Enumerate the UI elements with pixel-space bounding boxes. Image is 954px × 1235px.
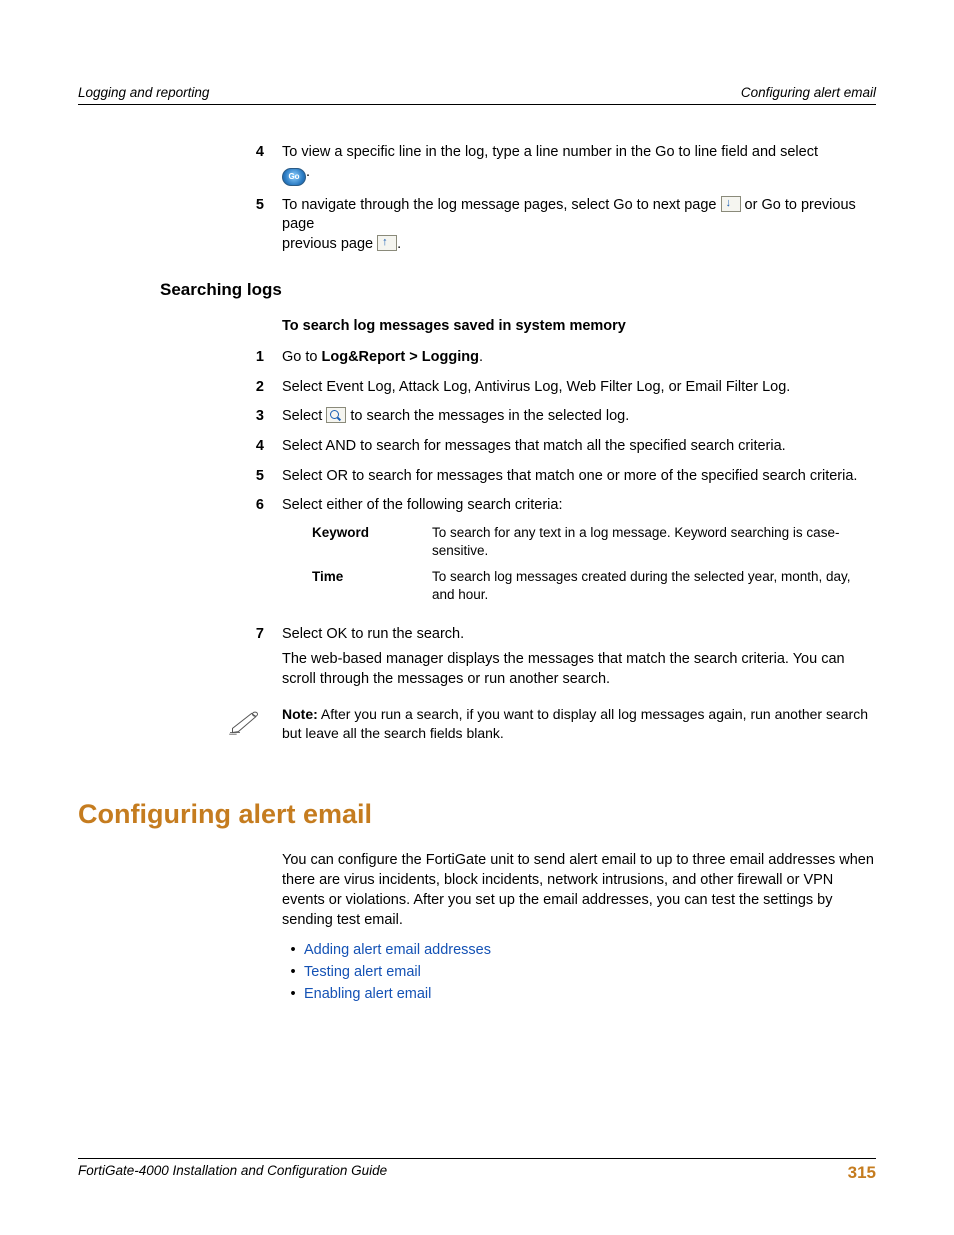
link-enabling-alert[interactable]: Enabling alert email xyxy=(304,986,431,1002)
header-left: Logging and reporting xyxy=(78,85,209,100)
step-number: 4 xyxy=(228,143,282,186)
step-text: Select either of the following search cr… xyxy=(282,496,876,516)
step-body: Go to Log&Report > Logging. xyxy=(282,348,876,368)
search-step-4: 4 Select AND to search for messages that… xyxy=(228,437,876,457)
bullet-dot: • xyxy=(282,942,304,958)
search-step-7: 7 Select OK to run the search. The web-b… xyxy=(228,625,876,690)
bullet-item: • Testing alert email xyxy=(282,964,876,980)
step-text: . xyxy=(479,349,483,365)
top-step-5: 5 To navigate through the log message pa… xyxy=(228,196,876,255)
searching-block: To search log messages saved in system m… xyxy=(228,318,876,743)
step-number: 7 xyxy=(228,625,282,690)
step-body: Select OK to run the search. The web-bas… xyxy=(282,625,876,690)
note-label: Note: xyxy=(282,706,318,722)
searching-logs-heading: Searching logs xyxy=(160,280,876,300)
step-body: To view a specific line in the log, type… xyxy=(282,143,876,186)
criteria-table: Keyword To search for any text in a log … xyxy=(312,524,876,605)
step-text: Go to xyxy=(282,349,322,365)
step-number: 6 xyxy=(228,496,282,614)
step-body: Select Event Log, Attack Log, Antivirus … xyxy=(282,378,876,398)
top-step-4: 4 To view a specific line in the log, ty… xyxy=(228,143,876,186)
page: Logging and reporting Configuring alert … xyxy=(0,0,954,1235)
search-step-2: 2 Select Event Log, Attack Log, Antiviru… xyxy=(228,378,876,398)
search-step-1: 1 Go to Log&Report > Logging. xyxy=(228,348,876,368)
page-number: 315 xyxy=(848,1163,876,1183)
step-line: Select OK to run the search. xyxy=(282,625,876,645)
search-step-3: 3 Select to search the messages in the s… xyxy=(228,407,876,427)
step-body: Select either of the following search cr… xyxy=(282,496,876,614)
criteria-value: To search log messages created during th… xyxy=(432,568,876,604)
step-number: 3 xyxy=(228,407,282,427)
step-body: Select OR to search for messages that ma… xyxy=(282,467,876,487)
criteria-row-time: Time To search log messages created duri… xyxy=(312,568,876,604)
next-page-icon xyxy=(721,196,741,212)
step-text: To view a specific line in the log, type… xyxy=(282,144,818,160)
page-header: Logging and reporting Configuring alert … xyxy=(78,85,876,105)
note-block: Note: After you run a search, if you wan… xyxy=(228,705,876,743)
step-body: To navigate through the log message page… xyxy=(282,196,876,255)
criteria-value: To search for any text in a log message.… xyxy=(432,524,876,560)
bullet-item: • Enabling alert email xyxy=(282,986,876,1002)
step-text: . xyxy=(306,164,310,180)
top-steps-block: 4 To view a specific line in the log, ty… xyxy=(228,143,876,254)
searching-subheading: To search log messages saved in system m… xyxy=(282,318,876,334)
menu-path: Log&Report > Logging xyxy=(322,349,479,365)
go-icon: Go xyxy=(282,168,306,186)
bullet-item: • Adding alert email addresses xyxy=(282,942,876,958)
step-number: 1 xyxy=(228,348,282,368)
criteria-key: Time xyxy=(312,568,432,604)
step-body: Select AND to search for messages that m… xyxy=(282,437,876,457)
link-testing-alert[interactable]: Testing alert email xyxy=(304,964,421,980)
bullet-dot: • xyxy=(282,986,304,1002)
step-text: To navigate through the log message page… xyxy=(282,197,721,213)
header-right: Configuring alert email xyxy=(741,85,876,100)
criteria-key: Keyword xyxy=(312,524,432,560)
step-text: Select xyxy=(282,408,326,424)
step-number: 5 xyxy=(228,196,282,255)
alert-intro: You can configure the FortiGate unit to … xyxy=(282,850,876,930)
step-number: 2 xyxy=(228,378,282,398)
note-text: Note: After you run a search, if you wan… xyxy=(282,705,876,743)
alert-block: You can configure the FortiGate unit to … xyxy=(282,850,876,1002)
step-text: to search the messages in the selected l… xyxy=(346,408,629,424)
note-icon xyxy=(228,705,282,743)
note-body: After you run a search, if you want to d… xyxy=(282,706,868,741)
step-body: Select to search the messages in the sel… xyxy=(282,407,876,427)
link-adding-addresses[interactable]: Adding alert email addresses xyxy=(304,942,491,958)
search-step-5: 5 Select OR to search for messages that … xyxy=(228,467,876,487)
search-icon xyxy=(326,407,346,423)
step-line: The web-based manager displays the messa… xyxy=(282,650,876,689)
step-number: 4 xyxy=(228,437,282,457)
footer-title: FortiGate-4000 Installation and Configur… xyxy=(78,1163,387,1183)
prev-page-icon xyxy=(377,235,397,251)
step-number: 5 xyxy=(228,467,282,487)
step-text: . xyxy=(397,236,401,252)
step-text-prev: previous page xyxy=(282,236,377,252)
criteria-row-keyword: Keyword To search for any text in a log … xyxy=(312,524,876,560)
bullet-dot: • xyxy=(282,964,304,980)
search-step-6: 6 Select either of the following search … xyxy=(228,496,876,614)
page-footer: FortiGate-4000 Installation and Configur… xyxy=(78,1158,876,1183)
configuring-alert-email-heading: Configuring alert email xyxy=(78,799,876,830)
